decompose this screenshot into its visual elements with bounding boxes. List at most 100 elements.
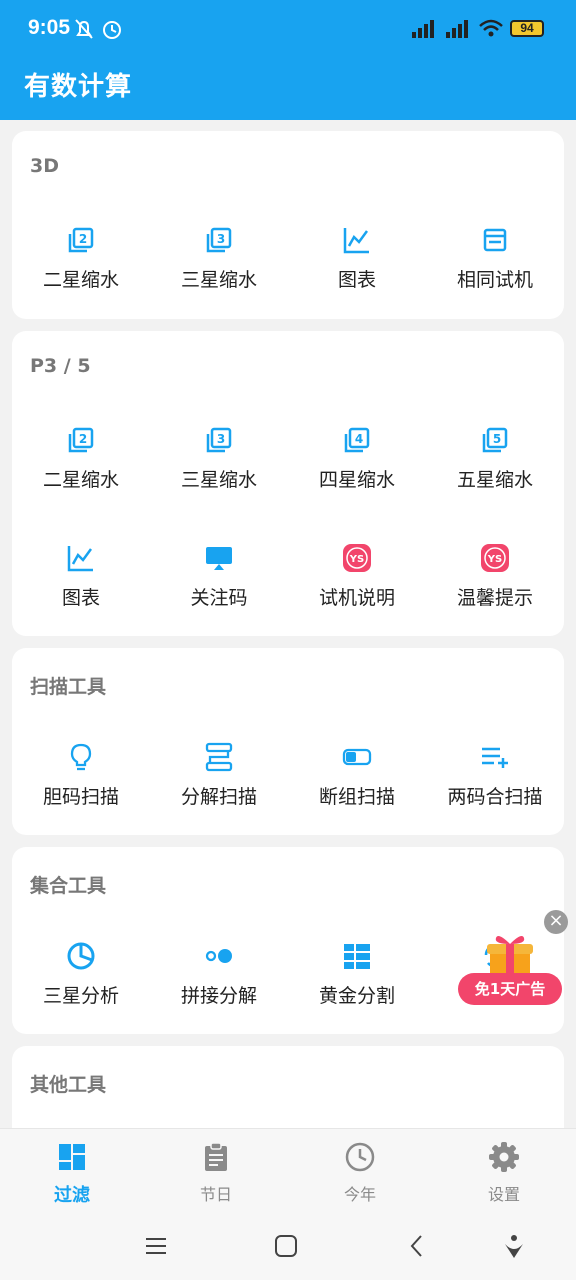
item-label: 五星缩水 xyxy=(456,469,533,491)
svg-text:5: 5 xyxy=(493,432,501,446)
item-label: 拼接分解 xyxy=(180,985,257,1007)
gear-icon xyxy=(489,1142,519,1172)
item-label: 三星缩水 xyxy=(180,469,257,491)
digit-2-icon: 2 xyxy=(68,427,94,453)
bottom-nav: 过滤 节日 今年 设置 xyxy=(0,1128,576,1212)
tab-label: 过滤 xyxy=(54,1185,90,1206)
item-label: 胆码扫描 xyxy=(42,786,119,808)
tab-label: 今年 xyxy=(343,1185,376,1204)
signal-icon xyxy=(412,20,434,38)
item-two-star-shrink[interactable]: 2 二星缩水 xyxy=(12,425,150,525)
list-add-icon xyxy=(482,747,508,768)
menu-icon[interactable] xyxy=(142,1232,170,1260)
item-label: 试机说明 xyxy=(318,587,395,609)
section-title: 3D xyxy=(30,155,59,177)
item-chart[interactable]: 图表 xyxy=(288,225,426,325)
line-chart-icon xyxy=(67,546,93,572)
item-label: 二星缩水 xyxy=(42,469,119,491)
svg-text:YS: YS xyxy=(487,554,502,565)
tab-filter[interactable]: 过滤 xyxy=(0,1129,144,1213)
item-chart[interactable]: 图表 xyxy=(12,543,150,643)
svg-text:4: 4 xyxy=(355,432,363,446)
item-test-guide[interactable]: YS 试机说明 xyxy=(288,543,426,643)
status-time: 9:05 xyxy=(28,16,71,39)
section-title: P3 / 5 xyxy=(30,355,91,377)
dashboard-icon xyxy=(59,1144,85,1170)
section-scan-tools: 扫描工具 胆码扫描 分解扫描 断组扫描 两码合扫描 xyxy=(12,648,564,835)
item-label: 断组扫描 xyxy=(318,786,395,808)
item-label: 图表 xyxy=(337,269,376,291)
item-warm-tips[interactable]: YS 温馨提示 xyxy=(426,543,564,643)
digit-2-icon: 2 xyxy=(68,227,94,253)
signal-2-icon xyxy=(446,20,468,38)
monitor-icon xyxy=(206,547,232,570)
section-set-tools: 集合工具 三星分析 拼接分解 黄金分割 xyxy=(12,847,564,1034)
svg-text:YS: YS xyxy=(349,554,364,565)
flow-icon xyxy=(205,742,233,772)
digit-5-icon: 5 xyxy=(482,427,508,453)
status-right-icons: 94 xyxy=(410,18,544,38)
item-label: 图表 xyxy=(61,587,100,609)
svg-text:2: 2 xyxy=(79,232,87,246)
mute-alarm-icons xyxy=(75,19,121,39)
item-label: 二星缩水 xyxy=(42,269,119,291)
back-icon[interactable] xyxy=(403,1232,431,1260)
item-label: 四星缩水 xyxy=(318,469,395,491)
item-label: 黄金分割 xyxy=(318,985,395,1007)
dots-icon xyxy=(205,949,232,963)
clipboard-icon xyxy=(205,1142,227,1171)
line-chart-icon xyxy=(343,228,369,254)
ys-badge-icon: YS xyxy=(343,544,371,572)
ys-badge-icon: YS xyxy=(481,544,509,572)
item-break-group-scan[interactable]: 断组扫描 xyxy=(288,742,426,842)
item-two-code-scan[interactable]: 两码合扫描 xyxy=(426,742,564,842)
app-bar: 有数计算 xyxy=(0,60,576,120)
wifi-icon xyxy=(479,19,503,37)
item-label: 两码合扫描 xyxy=(447,786,543,808)
section-title: 集合工具 xyxy=(30,875,107,897)
tab-this-year[interactable]: 今年 xyxy=(288,1129,432,1213)
clock-icon xyxy=(345,1142,375,1172)
item-focus-code[interactable]: 关注码 xyxy=(150,543,288,643)
item-same-test[interactable]: 相同试机 xyxy=(426,225,564,325)
table-grid-icon xyxy=(344,944,370,969)
assistant-icon[interactable] xyxy=(500,1232,528,1260)
ad-free-badge[interactable]: 免1天广告 xyxy=(458,973,562,1005)
status-bar: 9:05 94 xyxy=(0,0,576,60)
digit-3-icon: 3 xyxy=(206,427,232,453)
item-four-star-shrink[interactable]: 4 四星缩水 xyxy=(288,425,426,525)
item-label: 三星分析 xyxy=(42,985,119,1007)
item-two-star-shrink[interactable]: 2 二星缩水 xyxy=(12,225,150,325)
home-icon[interactable] xyxy=(272,1232,300,1260)
item-gall-scan[interactable]: 胆码扫描 xyxy=(12,742,150,842)
item-five-star-shrink[interactable]: 5 五星缩水 xyxy=(426,425,564,525)
item-three-star-shrink[interactable]: 3 三星缩水 xyxy=(150,425,288,525)
section-p3-5: P3 / 5 2 二星缩水 3 三星缩水 4 四星缩水 5 五星缩水 图表 关注… xyxy=(12,331,564,636)
item-label: 三星缩水 xyxy=(180,269,257,291)
status-left-icons xyxy=(74,18,130,46)
item-label: 关注码 xyxy=(190,587,248,609)
section-title: 其他工具 xyxy=(30,1074,107,1096)
item-three-star-analysis[interactable]: 三星分析 xyxy=(12,941,150,1041)
tab-settings[interactable]: 设置 xyxy=(432,1129,576,1213)
item-splice-split[interactable]: 拼接分解 xyxy=(150,941,288,1041)
pie-chart-icon xyxy=(67,942,95,970)
ad-close-button[interactable]: × xyxy=(544,910,568,934)
digit-3-icon: 3 xyxy=(206,227,232,253)
item-three-star-shrink[interactable]: 3 三星缩水 xyxy=(150,225,288,325)
tab-holiday[interactable]: 节日 xyxy=(144,1129,288,1213)
tab-label: 节日 xyxy=(199,1185,232,1204)
svg-text:3: 3 xyxy=(217,432,225,446)
toggle-icon xyxy=(342,748,372,766)
document-icon xyxy=(483,228,507,252)
item-golden-ratio[interactable]: 黄金分割 xyxy=(288,941,426,1041)
item-label: 分解扫描 xyxy=(180,786,257,808)
digit-4-icon: 4 xyxy=(344,427,370,453)
battery-indicator: 94 xyxy=(510,19,544,37)
section-3d: 3D 2 二星缩水 3 三星缩水 图表 相同试机 xyxy=(12,131,564,319)
item-split-scan[interactable]: 分解扫描 xyxy=(150,742,288,842)
bulb-icon xyxy=(70,743,92,771)
svg-text:3: 3 xyxy=(217,232,225,246)
app-title: 有数计算 xyxy=(24,72,133,102)
section-title: 扫描工具 xyxy=(30,676,107,698)
